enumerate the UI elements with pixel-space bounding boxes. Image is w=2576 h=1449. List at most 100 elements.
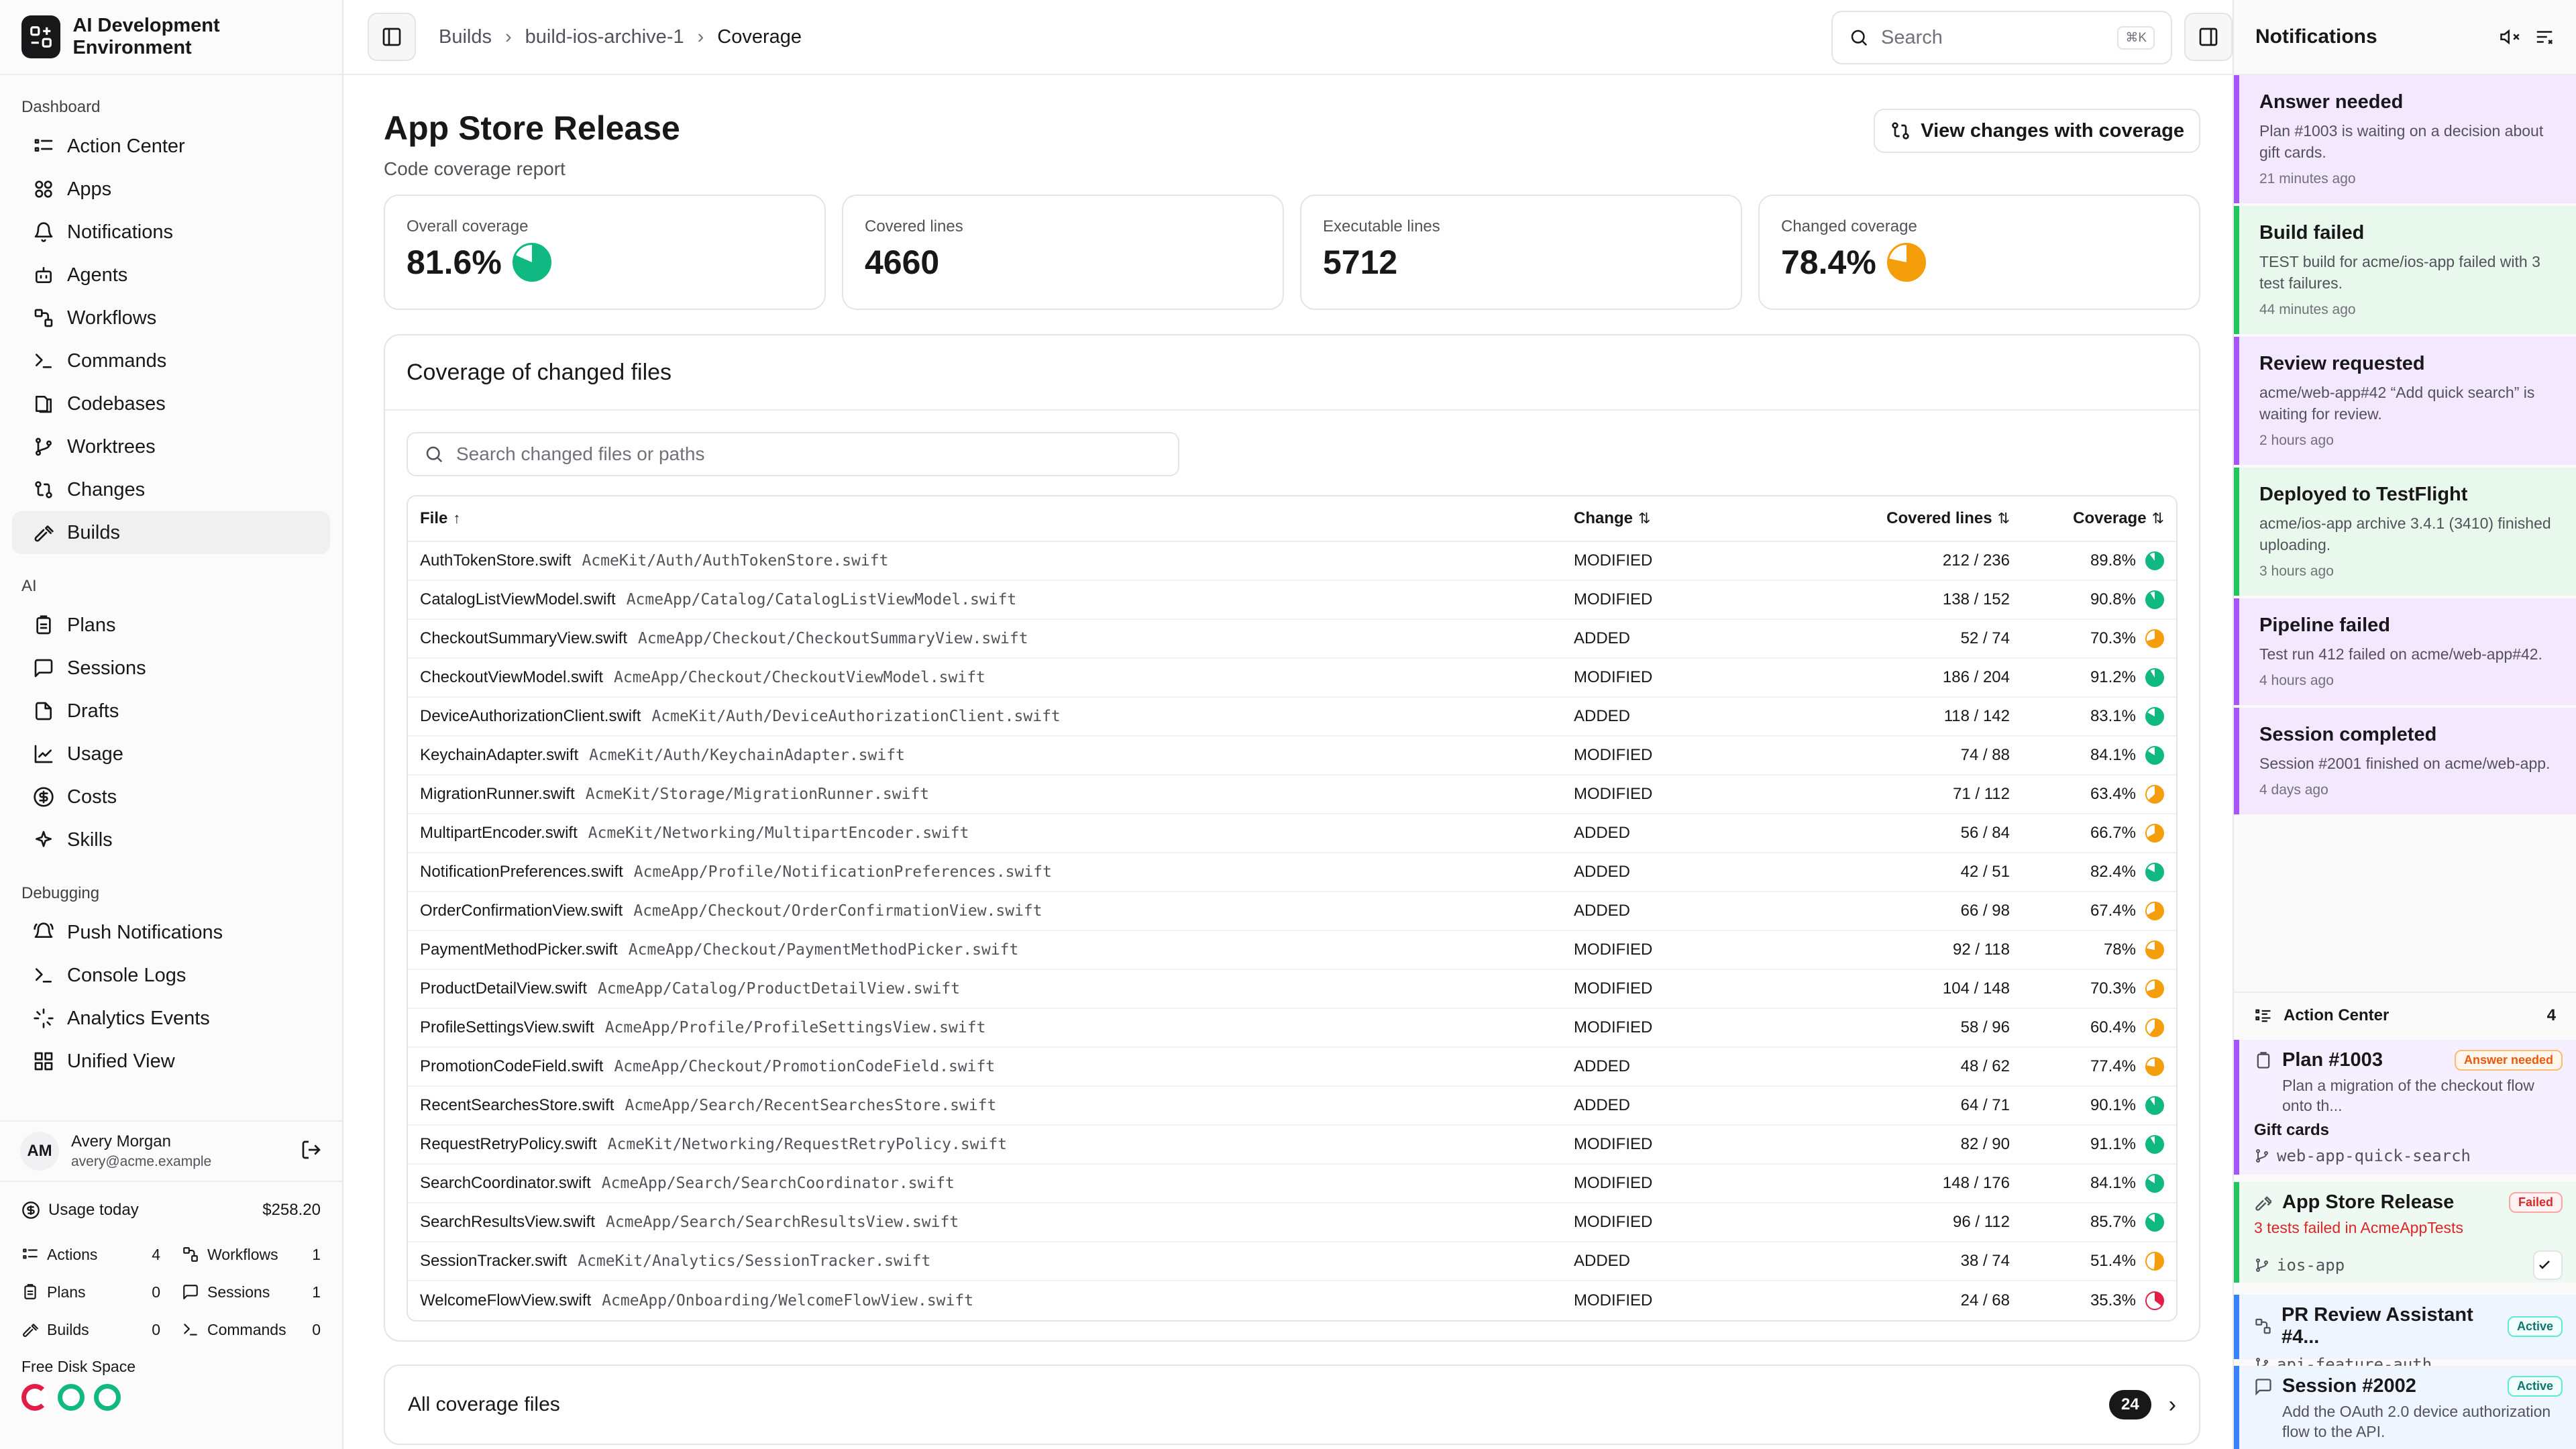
column-coverage[interactable]: Coverage ⇅ <box>2010 509 2164 528</box>
changed-files-search[interactable]: Search changed files or paths <box>407 432 1179 476</box>
sidebar-item-analytics-events[interactable]: Analytics Events <box>12 997 330 1040</box>
workflow-icon <box>182 1246 207 1263</box>
view-changes-button[interactable]: View changes with coverage <box>1874 109 2200 153</box>
search-icon <box>426 446 443 463</box>
covered-lines: 92 / 118 <box>1953 941 2010 959</box>
table-row[interactable]: PaymentMethodPicker.swift AcmeApp/Checkou… <box>408 931 2176 970</box>
coverage-pie <box>2145 746 2164 765</box>
coverage-pie <box>2145 1135 2164 1154</box>
sidebar-item-console-logs[interactable]: Console Logs <box>12 954 330 997</box>
sidebar-item-notifications[interactable]: Notifications <box>12 211 330 254</box>
search-input[interactable]: Search ⌘K <box>1831 11 2172 64</box>
table-row[interactable]: NotificationPreferences.swift AcmeApp/Pro… <box>408 853 2176 892</box>
change-type: MODIFIED <box>1574 551 1653 570</box>
sidebar-item-changes[interactable]: Changes <box>12 468 330 511</box>
file-name: MultipartEncoder.swift <box>420 824 578 842</box>
table-row[interactable]: CheckoutSummaryView.swift AcmeApp/Checkou… <box>408 620 2176 659</box>
coverage-pie <box>2145 863 2164 881</box>
brand[interactable]: AI Development Environment <box>0 0 342 75</box>
notification-item[interactable]: Review requested acme/web-app#42 “Add qui… <box>2234 337 2576 465</box>
action-item-session[interactable]: Session #2002 Active Add the OAuth 2.0 d… <box>2234 1366 2576 1449</box>
sidebar-item-costs[interactable]: Costs <box>12 775 330 818</box>
column-lines[interactable]: Covered lines ⇅ <box>1815 509 2010 528</box>
check-button[interactable] <box>2533 1250 2563 1280</box>
table-row[interactable]: PromotionCodeField.swift AcmeApp/Checkout… <box>408 1048 2176 1087</box>
sidebar-item-label: Push Notifications <box>67 921 223 943</box>
sidebar-item-label: Agents <box>67 264 128 286</box>
table-row[interactable]: DeviceAuthorizationClient.swift AcmeKit/A… <box>408 698 2176 737</box>
sidebar-item-apps[interactable]: Apps <box>12 168 330 211</box>
sidebar-item-worktrees[interactable]: Worktrees <box>12 425 330 468</box>
mute-icon[interactable] <box>2500 27 2520 47</box>
sidebar-item-action-center[interactable]: Action Center <box>12 125 330 168</box>
sidebar-item-agents[interactable]: Agents <box>12 254 330 297</box>
card-value: 81.6% <box>407 244 502 281</box>
breadcrumb-build[interactable]: build-ios-archive-1 <box>525 26 684 48</box>
action-center-header[interactable]: Action Center 4 <box>2234 991 2576 1038</box>
breadcrumb-builds[interactable]: Builds <box>439 26 492 48</box>
action-item-pr-review[interactable]: PR Review Assistant #4... Active api-fea… <box>2234 1295 2576 1374</box>
notification-item[interactable]: Build failed TEST build for acme/ios-app … <box>2234 206 2576 334</box>
table-row[interactable]: CatalogListViewModel.swift AcmeApp/Catalo… <box>408 581 2176 620</box>
toggle-sidebar-button[interactable] <box>368 13 416 61</box>
table-row[interactable]: OrderConfirmationView.swift AcmeApp/Check… <box>408 892 2176 931</box>
sidebar-item-builds[interactable]: Builds <box>12 511 330 554</box>
notification-item[interactable]: Answer needed Plan #1003 is waiting on a … <box>2234 75 2576 203</box>
sidebar-item-commands[interactable]: Commands <box>12 339 330 382</box>
file-path: AcmeKit/Networking/MultipartEncoder.swif… <box>588 824 969 842</box>
topbar: Builds › build-ios-archive-1 › Coverage … <box>343 0 2233 75</box>
change-type: MODIFIED <box>1574 1213 1653 1231</box>
notification-item[interactable]: Deployed to TestFlight acme/ios-app archi… <box>2234 468 2576 596</box>
table-row[interactable]: SessionTracker.swift AcmeKit/Analytics/Se… <box>408 1242 2176 1281</box>
file-name: CheckoutViewModel.swift <box>420 668 604 686</box>
page-title: App Store Release <box>384 109 680 147</box>
column-change[interactable]: Change ⇅ <box>1574 509 1815 528</box>
coverage-percent: 66.7% <box>2090 824 2136 842</box>
status-badge: Active <box>2507 1376 2563 1397</box>
coverage-pie <box>512 243 551 282</box>
table-row[interactable]: SearchResultsView.swift AcmeApp/Search/Se… <box>408 1203 2176 1242</box>
sidebar-item-unified-view[interactable]: Unified View <box>12 1040 330 1083</box>
coverage-pie <box>2145 1213 2164 1232</box>
action-center-count: 4 <box>2546 1006 2556 1024</box>
section-ai: AI <box>21 577 37 595</box>
sidebar-item-usage[interactable]: Usage <box>12 733 330 775</box>
notification-item[interactable]: Session completed Session #2001 finished … <box>2234 708 2576 814</box>
sidebar-item-skills[interactable]: Skills <box>12 818 330 861</box>
sidebar-item-push-notifications[interactable]: Push Notifications <box>12 911 330 954</box>
table-row[interactable]: RequestRetryPolicy.swift AcmeKit/Networki… <box>408 1126 2176 1165</box>
sidebar-item-drafts[interactable]: Drafts <box>12 690 330 733</box>
user-profile[interactable]: AM Avery Morgan avery@acme.example <box>0 1120 342 1182</box>
toggle-panel-button[interactable] <box>2184 13 2233 61</box>
table-row[interactable]: WelcomeFlowView.swift AcmeApp/Onboarding/… <box>408 1281 2176 1320</box>
column-file[interactable]: File ↑ <box>420 509 1574 528</box>
table-row[interactable]: KeychainAdapter.swift AcmeKit/Auth/Keycha… <box>408 737 2176 775</box>
action-item-plan[interactable]: Plan #1003 Answer needed Plan a migratio… <box>2234 1040 2576 1175</box>
table-row[interactable]: AuthTokenStore.swift AcmeKit/Auth/AuthTok… <box>408 542 2176 581</box>
table-row[interactable]: ProductDetailView.swift AcmeApp/Catalog/P… <box>408 970 2176 1009</box>
notification-item[interactable]: Pipeline failed Test run 412 failed on ac… <box>2234 598 2576 705</box>
user-name: Avery Morgan <box>71 1132 171 1150</box>
sidebar-item-codebases[interactable]: Codebases <box>12 382 330 425</box>
sidebar-item-plans[interactable]: Plans <box>12 604 330 647</box>
file-path: AcmeApp/Checkout/OrderConfirmationView.s… <box>633 902 1042 920</box>
usage-stats: Actions 4 Workflows 1 Plans 0 Sessions 1 Builds 0… <box>21 1236 321 1348</box>
sidebar-item-workflows[interactable]: Workflows <box>12 297 330 339</box>
table-row[interactable]: SearchCoordinator.swift AcmeApp/Search/Se… <box>408 1165 2176 1203</box>
table-row[interactable]: MigrationRunner.swift AcmeKit/Storage/Mig… <box>408 775 2176 814</box>
table-row[interactable]: ProfileSettingsView.swift AcmeApp/Profile… <box>408 1009 2176 1048</box>
table-row[interactable]: MultipartEncoder.swift AcmeKit/Networking… <box>408 814 2176 853</box>
logout-icon[interactable] <box>301 1139 322 1164</box>
all-coverage-files[interactable]: All coverage files 24 › <box>384 1364 2200 1445</box>
clear-list-icon[interactable] <box>2534 27 2555 47</box>
coverage-pie <box>2145 1018 2164 1037</box>
table-row[interactable]: RecentSearchesStore.swift AcmeApp/Search/… <box>408 1087 2176 1126</box>
coverage-percent: 83.1% <box>2090 707 2136 725</box>
action-item-build[interactable]: App Store Release Failed 3 tests failed … <box>2234 1182 2576 1283</box>
action-item-desc: Plan a migration of the checkout flow on… <box>2282 1077 2534 1114</box>
sidebar-item-label: Codebases <box>67 392 166 415</box>
coverage-pie <box>2145 902 2164 920</box>
sidebar-item-sessions[interactable]: Sessions <box>12 647 330 690</box>
table-row[interactable]: CheckoutViewModel.swift AcmeApp/Checkout/… <box>408 659 2176 698</box>
file-name: RequestRetryPolicy.swift <box>420 1135 597 1153</box>
